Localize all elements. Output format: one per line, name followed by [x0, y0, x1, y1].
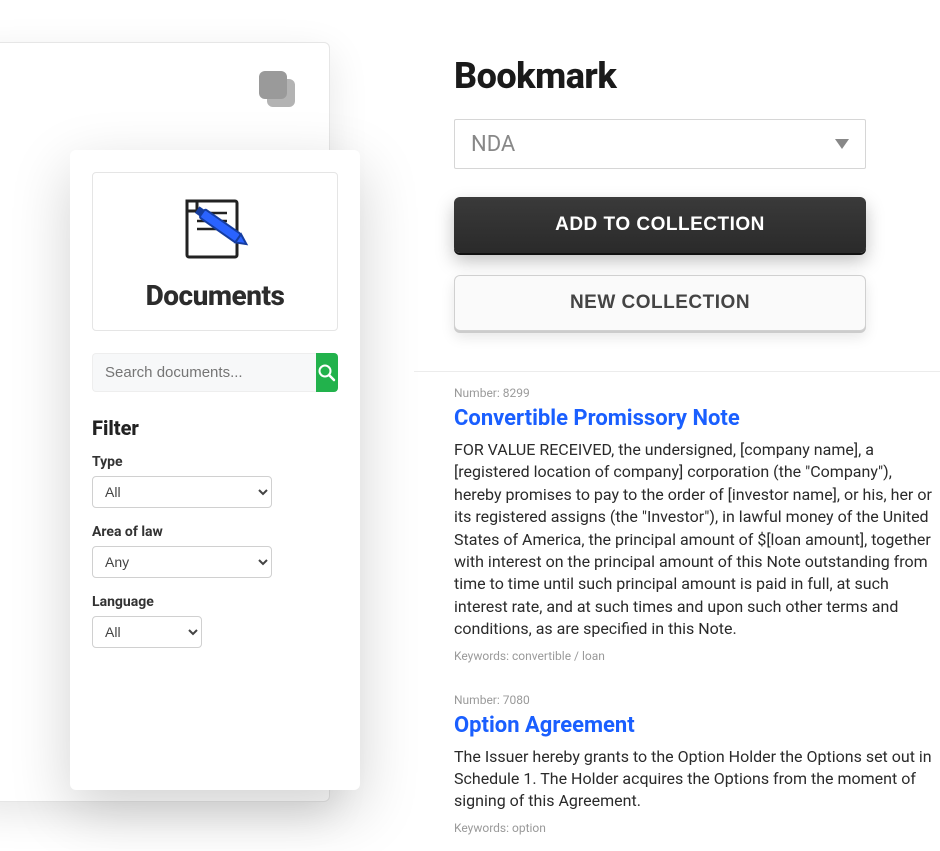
collection-select[interactable]: NDA: [454, 119, 866, 169]
filter-area-select[interactable]: Any: [92, 546, 272, 578]
result-excerpt: The Issuer hereby grants to the Option H…: [454, 746, 940, 813]
result-excerpt: FOR VALUE RECEIVED, the undersigned, [co…: [454, 439, 940, 641]
result-keywords: Keywords: option: [454, 821, 940, 835]
panel-header: Documents: [92, 172, 338, 331]
search-icon: [317, 363, 337, 383]
add-to-collection-button[interactable]: ADD TO COLLECTION: [454, 197, 866, 253]
new-collection-button[interactable]: NEW COLLECTION: [454, 275, 866, 331]
copy-icon: [259, 71, 301, 113]
filter-heading: Filter: [92, 416, 338, 440]
filter-type-label: Type: [92, 454, 338, 470]
bookmark-heading: Bookmark: [454, 55, 940, 97]
filter-language-select[interactable]: All: [92, 616, 202, 648]
result-title-link[interactable]: Convertible Promissory Note: [454, 406, 940, 431]
result-keywords: Keywords: convertible / loan: [454, 649, 940, 663]
filter-type-select[interactable]: All: [92, 476, 272, 508]
document-pen-icon: [179, 195, 251, 267]
panel-title: Documents: [146, 279, 285, 312]
chevron-down-icon: [835, 139, 849, 149]
result-item: Number: 8299 Convertible Promissory Note…: [454, 372, 940, 679]
filter-language-label: Language: [92, 594, 338, 610]
search-input[interactable]: [92, 353, 316, 392]
filter-area-label: Area of law: [92, 524, 338, 540]
main-content: Bookmark NDA ADD TO COLLECTION NEW COLLE…: [414, 0, 940, 788]
collection-selected: NDA: [471, 132, 515, 157]
search-row: [92, 353, 338, 392]
result-item: Number: 7080 Option Agreement The Issuer…: [454, 679, 940, 851]
sidebar-panel: Documents Filter Type All Area of law An…: [70, 150, 360, 790]
search-button[interactable]: [316, 353, 338, 392]
results-list: Number: 8299 Convertible Promissory Note…: [414, 371, 940, 851]
result-number: Number: 7080: [454, 693, 940, 707]
result-number: Number: 8299: [454, 386, 940, 400]
result-title-link[interactable]: Option Agreement: [454, 713, 940, 738]
